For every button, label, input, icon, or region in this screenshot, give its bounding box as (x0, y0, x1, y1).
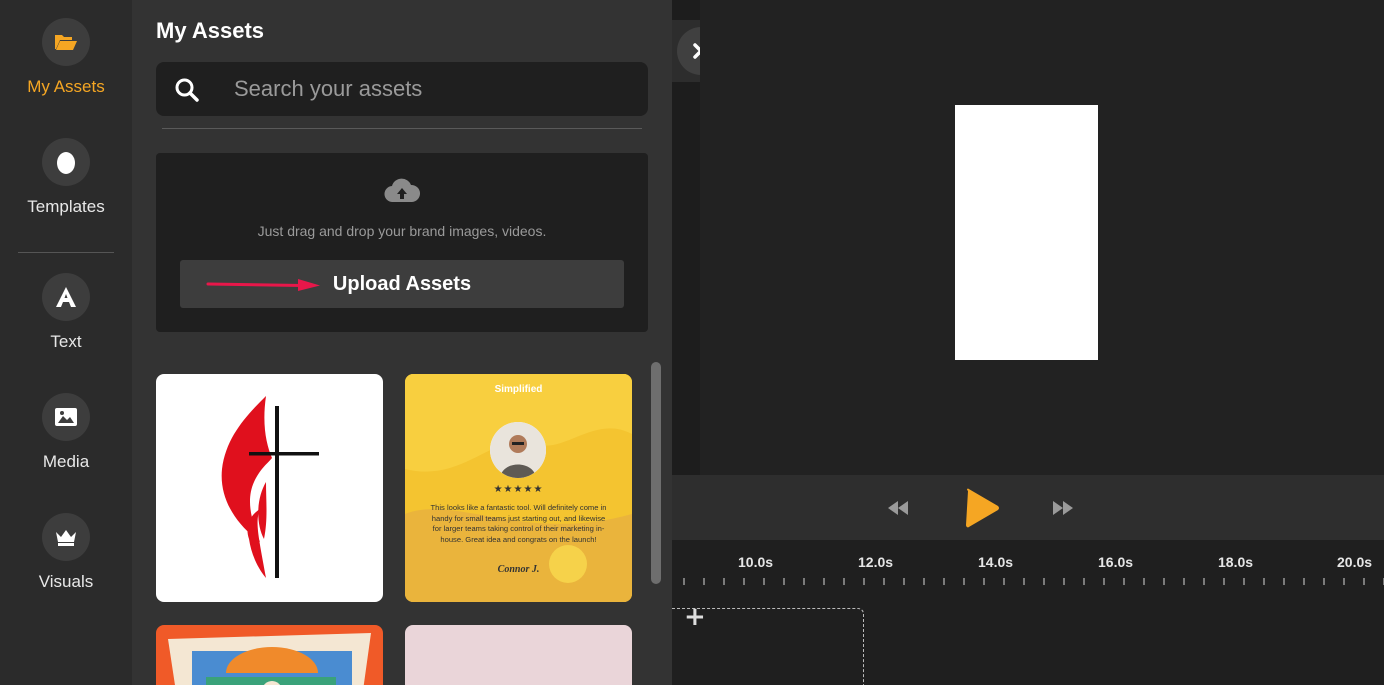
search-box[interactable] (156, 62, 648, 116)
rail-label-text: Text (50, 332, 82, 351)
panel-scrollbar[interactable] (651, 362, 661, 584)
add-clip-icon[interactable]: + (684, 602, 706, 632)
editor-root: My Assets Templates Text Media Visuals M… (0, 0, 1384, 685)
search-input[interactable] (234, 62, 634, 116)
search-icon (174, 77, 200, 107)
asset-thumbnail[interactable] (156, 625, 383, 685)
egg-icon (42, 138, 90, 186)
avatar (490, 422, 546, 478)
timeline-ruler (683, 578, 1384, 585)
upload-assets-button[interactable]: Upload Assets (180, 260, 624, 308)
image-icon (42, 393, 90, 441)
tick-label: 14.0s (978, 554, 1014, 570)
play-icon[interactable] (964, 488, 1000, 532)
upload-assets-label: Upload Assets (332, 273, 472, 295)
tick-label: 10.0s (738, 554, 774, 570)
assets-panel: My Assets Just drag and drop your brand … (132, 0, 672, 685)
panel-title: My Assets (156, 18, 265, 43)
cross-flame-logo-icon (221, 396, 319, 578)
asset-thumbnail[interactable] (156, 374, 383, 602)
rail-item-templates[interactable]: Templates (0, 138, 132, 217)
testimonial-brand: Simplified (494, 384, 543, 395)
folder-open-icon (42, 18, 90, 66)
rail-item-text[interactable]: Text (0, 273, 132, 352)
panel-divider (162, 128, 642, 129)
rail-label-media: Media (42, 452, 90, 471)
text-a-icon (42, 273, 90, 321)
rail-label-my-assets: My Assets (27, 77, 105, 96)
tick-label: 20.0s (1337, 554, 1373, 570)
crown-icon (42, 513, 90, 561)
rewind-icon[interactable] (888, 500, 908, 519)
rail-item-media[interactable]: Media (0, 393, 132, 472)
rail-divider (18, 252, 114, 253)
testimonial-quote: This looks like a fantastic tool. Will d… (430, 503, 607, 544)
rail-item-visuals[interactable]: Visuals (0, 513, 132, 592)
tick-label: 18.0s (1218, 554, 1254, 570)
playback-controls (672, 475, 1384, 540)
preview-canvas[interactable] (955, 105, 1098, 360)
left-rail: My Assets Templates Text Media Visuals (0, 0, 132, 685)
rating-stars: ★★★★★ (493, 484, 544, 495)
rail-item-my-assets[interactable]: My Assets (0, 18, 132, 97)
rail-label-templates: Templates (27, 197, 105, 216)
rail-label-visuals: Visuals (38, 572, 94, 591)
testimonial-signature: Connor J. (497, 564, 540, 575)
asset-thumbnail[interactable] (405, 625, 632, 685)
cloud-upload-icon (384, 178, 421, 208)
timeline[interactable]: 10.0s 12.0s 14.0s 16.0s 18.0s 20.0s + (672, 540, 1384, 685)
fast-forward-icon[interactable] (1053, 500, 1073, 519)
tick-label: 12.0s (858, 554, 894, 570)
asset-thumbnail-testimonial[interactable]: Simplified ★★★★★ This looks like a fanta… (405, 374, 632, 602)
tick-label: 16.0s (1098, 554, 1134, 570)
upload-dropzone[interactable]: Just drag and drop your brand images, vi… (156, 153, 648, 332)
drop-hint-text: Just drag and drop your brand images, vi… (257, 223, 547, 239)
asset-thumbnail-art (168, 633, 371, 685)
